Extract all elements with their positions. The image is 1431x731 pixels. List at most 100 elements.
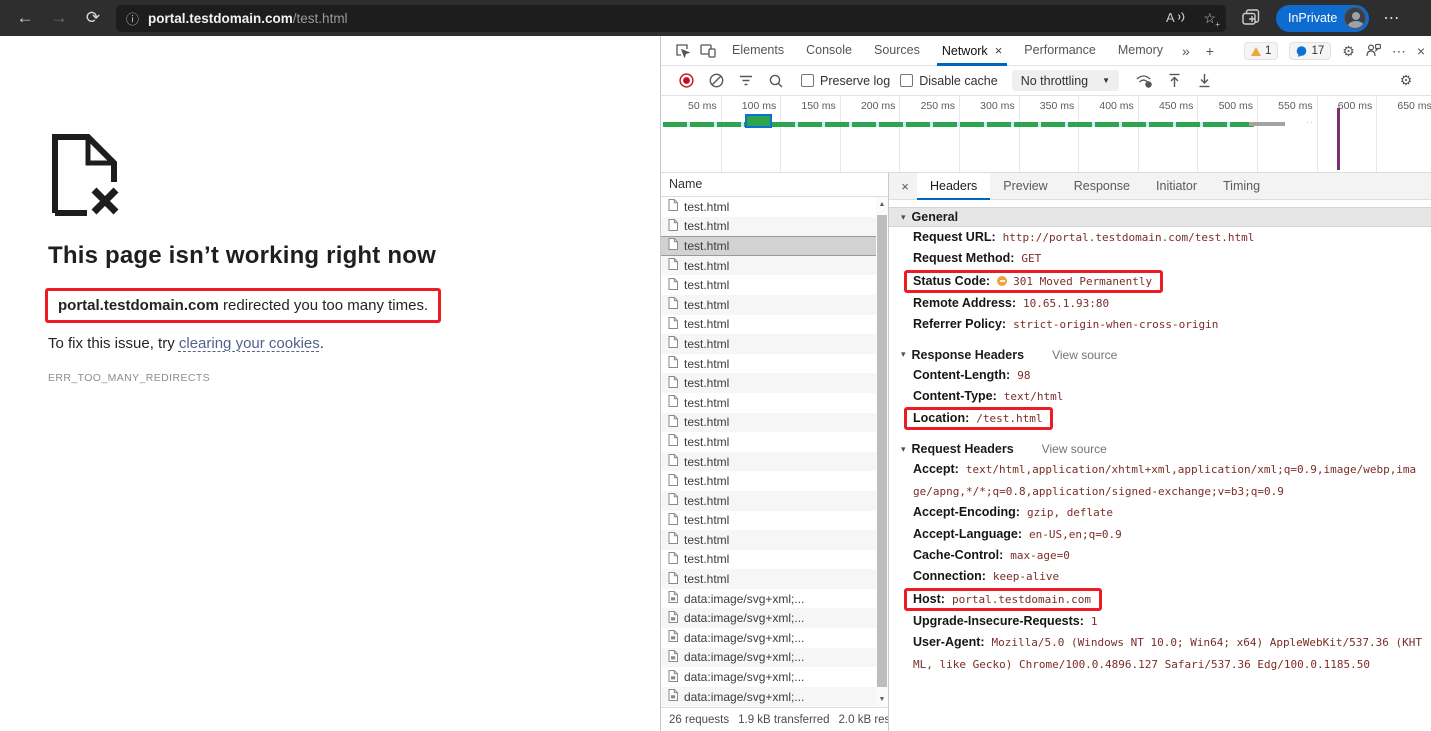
devtools-tab-elements[interactable]: Elements [721, 36, 795, 66]
grid-line [840, 96, 841, 172]
view-source-link[interactable]: View source [1042, 442, 1107, 456]
warnings-badge[interactable]: 1 [1244, 42, 1278, 60]
error-code: ERR_TOO_MANY_REDIRECTS [48, 372, 210, 384]
request-row[interactable]: test.html [661, 217, 888, 237]
devtools-tab-sources[interactable]: Sources [863, 36, 931, 66]
collapse-triangle-icon[interactable]: ▾ [901, 349, 906, 360]
request-name: test.html [684, 435, 729, 449]
close-network-tab-icon[interactable]: × [995, 43, 1003, 58]
device-toolbar-icon[interactable] [695, 43, 721, 58]
request-row[interactable]: test.html [661, 569, 888, 589]
close-detail-icon[interactable]: × [893, 179, 917, 194]
request-row[interactable]: data:image/svg+xml;... [661, 608, 888, 628]
name-column-header[interactable]: Name [661, 173, 888, 197]
collections-icon[interactable] [1242, 9, 1260, 28]
request-row[interactable]: test.html [661, 511, 888, 531]
annotation-box: Location:/test.html [904, 407, 1053, 430]
detail-tab-initiator[interactable]: Initiator [1143, 173, 1210, 200]
view-source-link[interactable]: View source [1052, 348, 1117, 362]
read-aloud-icon[interactable]: A [1166, 10, 1185, 27]
add-tab-icon[interactable]: + [1198, 43, 1222, 59]
messages-badge[interactable]: 17 [1289, 42, 1331, 60]
devtools-close-icon[interactable]: × [1417, 43, 1425, 59]
request-row[interactable]: data:image/svg+xml;... [661, 648, 888, 668]
grid-line [959, 96, 960, 172]
section-header-request-headers[interactable]: ▾Request HeadersView source [889, 439, 1431, 459]
request-row[interactable]: test.html [661, 471, 888, 491]
request-row[interactable]: test.html [661, 236, 888, 256]
disable-cache-checkbox[interactable] [900, 74, 913, 87]
preserve-log-label[interactable]: Preserve log [820, 74, 890, 88]
avatar[interactable] [1344, 7, 1366, 29]
devtools-tab-performance[interactable]: Performance [1013, 36, 1107, 66]
collapse-triangle-icon[interactable]: ▾ [901, 212, 906, 223]
request-row[interactable]: data:image/svg+xml;... [661, 687, 888, 707]
more-tabs-icon[interactable]: » [1174, 43, 1198, 59]
devtools-tab-network[interactable]: Network× [931, 36, 1013, 66]
scroll-up-icon[interactable]: ▲ [876, 201, 888, 208]
detail-tab-headers[interactable]: Headers [917, 173, 990, 200]
back-icon[interactable]: ← [8, 8, 42, 28]
request-row[interactable]: test.html [661, 315, 888, 335]
request-row[interactable]: test.html [661, 530, 888, 550]
request-row[interactable]: test.html [661, 550, 888, 570]
devtools-menu-icon[interactable]: ⋯ [1392, 43, 1406, 60]
network-settings-icon[interactable]: ⚙ [1391, 72, 1421, 89]
request-row[interactable]: test.html [661, 197, 888, 217]
collapse-triangle-icon[interactable]: ▾ [901, 444, 906, 455]
browser-menu-icon[interactable]: ⋯ [1383, 8, 1400, 28]
detail-tab-preview[interactable]: Preview [990, 173, 1060, 200]
request-row[interactable]: test.html [661, 354, 888, 374]
devtools-tab-memory[interactable]: Memory [1107, 36, 1174, 66]
document-file-icon [668, 434, 678, 449]
request-row[interactable]: test.html [661, 413, 888, 433]
throttling-select[interactable]: No throttling ▼ [1012, 70, 1119, 91]
request-row[interactable]: data:image/svg+xml;... [661, 589, 888, 609]
request-row[interactable]: test.html [661, 295, 888, 315]
request-name: test.html [684, 376, 729, 390]
refresh-icon[interactable]: ⟳ [76, 8, 110, 28]
request-row[interactable]: data:image/svg+xml;... [661, 628, 888, 648]
search-icon[interactable] [761, 74, 791, 88]
import-har-icon[interactable] [1159, 73, 1189, 88]
network-conditions-icon[interactable] [1129, 74, 1159, 88]
detail-tab-timing[interactable]: Timing [1210, 173, 1273, 200]
filter-icon[interactable] [731, 75, 761, 86]
headers-panel: ▾GeneralRequest URL:http://portal.testdo… [889, 200, 1431, 731]
document-file-icon [668, 532, 678, 547]
clear-network-log-icon[interactable] [701, 73, 731, 88]
request-row[interactable]: test.html [661, 334, 888, 354]
request-row[interactable]: test.html [661, 275, 888, 295]
site-info-icon[interactable]: ⓘ [126, 9, 139, 28]
request-row[interactable]: test.html [661, 452, 888, 472]
export-har-icon[interactable] [1189, 73, 1219, 88]
scrollbar-thumb[interactable] [877, 215, 887, 687]
inprivate-badge[interactable]: InPrivate [1276, 5, 1369, 32]
header-key: Cache-Control: [913, 548, 1003, 562]
disable-cache-label[interactable]: Disable cache [919, 74, 998, 88]
clear-cookies-link[interactable]: clearing your cookies [179, 335, 320, 352]
section-header-response-headers[interactable]: ▾Response HeadersView source [889, 345, 1431, 365]
devtools-settings-icon[interactable]: ⚙ [1342, 43, 1355, 60]
tick-label: 50 ms [688, 100, 717, 112]
network-overview-timeline[interactable]: ·· 50 ms100 ms150 ms200 ms250 ms300 ms35… [661, 96, 1431, 173]
preserve-log-checkbox[interactable] [801, 74, 814, 87]
address-bar[interactable]: ⓘ portal.testdomain.com /test.html A ☆+ [116, 5, 1226, 32]
detail-tab-response[interactable]: Response [1061, 173, 1143, 200]
request-row[interactable]: test.html [661, 393, 888, 413]
scroll-down-icon[interactable]: ▼ [876, 696, 888, 703]
request-row[interactable]: test.html [661, 256, 888, 276]
devtools-tab-console[interactable]: Console [795, 36, 863, 66]
request-row[interactable]: test.html [661, 491, 888, 511]
add-favorite-icon[interactable]: ☆+ [1203, 10, 1216, 27]
header-value: en-US,en;q=0.9 [1029, 528, 1122, 541]
section-header-general[interactable]: ▾General [889, 207, 1431, 227]
request-row[interactable]: test.html [661, 432, 888, 452]
request-list-scrollbar[interactable]: ▲ ▼ [876, 197, 888, 707]
inspect-element-icon[interactable] [669, 43, 695, 58]
request-row[interactable]: data:image/svg+xml;... [661, 667, 888, 687]
document-file-icon [668, 356, 678, 371]
request-row[interactable]: test.html [661, 373, 888, 393]
feedback-icon[interactable] [1366, 43, 1381, 60]
record-network-log-icon[interactable] [671, 73, 701, 88]
